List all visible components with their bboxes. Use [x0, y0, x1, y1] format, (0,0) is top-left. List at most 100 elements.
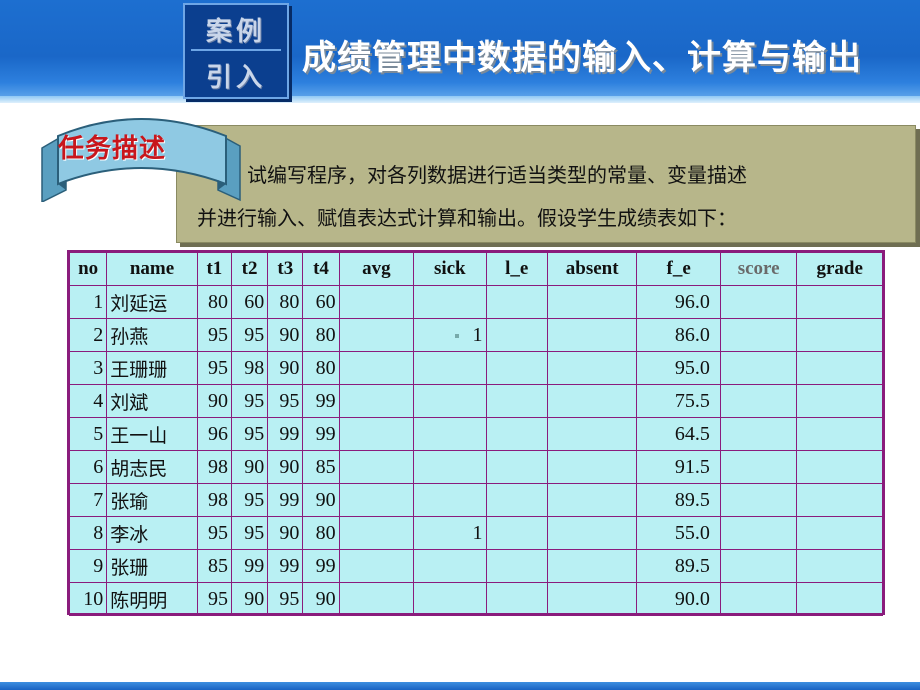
cell-name: 王珊珊: [106, 351, 198, 385]
cell-t3: 90: [267, 351, 304, 385]
table-row: 8 李冰 95 95 90 80 1 55.0: [68, 516, 883, 550]
cell-absent: [546, 351, 638, 385]
cell-t3: 95: [267, 384, 304, 418]
cell-t3: 90: [267, 318, 304, 352]
cell-no: 2: [68, 318, 108, 352]
cell-name: 张瑜: [106, 483, 198, 517]
cell-avg: [338, 450, 415, 484]
cell-t3: 95: [267, 582, 304, 616]
cell-avg: [338, 582, 415, 616]
cell-avg: [338, 483, 415, 517]
table-row: 7 张瑜 98 95 99 90 89.5: [68, 483, 883, 517]
cell-t2: 90: [230, 450, 269, 484]
cell-sick: [413, 384, 487, 418]
cell-t4: 80: [302, 318, 340, 352]
cell-l-e: [485, 318, 548, 352]
cell-grade: [796, 285, 883, 319]
cell-sick: [413, 450, 487, 484]
cell-t1: 85: [196, 549, 232, 583]
cell-t2: 60: [230, 285, 269, 319]
cell-t2: 90: [230, 582, 269, 616]
cell-no: 7: [68, 483, 108, 517]
cell-f-e: 96.0: [636, 285, 721, 319]
cell-absent: [546, 450, 638, 484]
cell-sick: [413, 285, 487, 319]
footer-bar: [0, 682, 920, 690]
cell-t4: 90: [302, 582, 340, 616]
cell-absent: [546, 384, 638, 418]
cell-no: 9: [68, 549, 108, 583]
cell-no: 5: [68, 417, 108, 451]
cell-t1: 95: [196, 582, 232, 616]
header-sick: sick: [413, 252, 487, 286]
cell-l-e: [485, 351, 548, 385]
cell-l-e: [485, 549, 548, 583]
cell-l-e: [485, 516, 548, 550]
cell-name: 孙燕: [106, 318, 198, 352]
cell-absent: [546, 417, 638, 451]
table-row: 6 胡志民 98 90 90 85 91.5: [68, 450, 883, 484]
page-title: 成绩管理中数据的输入、计算与输出: [302, 38, 862, 78]
cell-t1: 98: [196, 450, 232, 484]
cell-t2: 95: [230, 483, 269, 517]
case-intro-badge: 案例 引入: [183, 3, 289, 99]
cell-t4: 99: [302, 384, 340, 418]
marker-dot: [454, 333, 459, 338]
cell-no: 10: [68, 582, 108, 616]
cell-t1: 98: [196, 483, 232, 517]
cell-t1: 96: [196, 417, 232, 451]
cell-sick: [413, 582, 487, 616]
cell-absent: [546, 318, 638, 352]
score-table-container: no name t1 t2 t3 t4 avg sick l_e absent …: [67, 250, 885, 616]
cell-l-e: [485, 384, 548, 418]
header-name: name: [106, 252, 198, 286]
header-l-e: l_e: [485, 252, 548, 286]
cell-f-e: 55.0: [636, 516, 721, 550]
cell-name: 胡志民: [106, 450, 198, 484]
cell-avg: [338, 318, 415, 352]
cell-f-e: 90.0: [636, 582, 721, 616]
cell-sick: 1: [413, 318, 487, 352]
cell-avg: [338, 384, 415, 418]
header-avg: avg: [338, 252, 415, 286]
cell-f-e: 64.5: [636, 417, 721, 451]
cell-f-e: 86.0: [636, 318, 721, 352]
header-t3: t3: [267, 252, 304, 286]
cell-f-e: 89.5: [636, 549, 721, 583]
cell-score: [719, 450, 798, 484]
cell-f-e: 75.5: [636, 384, 721, 418]
cell-t4: 80: [302, 516, 340, 550]
table-row: 4 刘斌 90 95 95 99 75.5: [68, 384, 883, 418]
cell-absent: [546, 582, 638, 616]
cell-no: 1: [68, 285, 108, 319]
cell-score: [719, 582, 798, 616]
task-ribbon-label: 任务描述: [58, 134, 167, 164]
cell-no: 3: [68, 351, 108, 385]
cell-t1: 90: [196, 384, 232, 418]
cell-no: 4: [68, 384, 108, 418]
cell-t3: 90: [267, 516, 304, 550]
cell-absent: [546, 549, 638, 583]
cell-t4: 99: [302, 549, 340, 583]
cell-score: [719, 318, 798, 352]
cell-f-e: 91.5: [636, 450, 721, 484]
cell-avg: [338, 549, 415, 583]
cell-t2: 95: [230, 417, 269, 451]
cell-grade: [796, 516, 883, 550]
cell-sick: [413, 549, 487, 583]
score-table: no name t1 t2 t3 t4 avg sick l_e absent …: [68, 252, 883, 616]
cell-t2: 98: [230, 351, 269, 385]
cell-grade: [796, 417, 883, 451]
cell-avg: [338, 351, 415, 385]
cell-avg: [338, 285, 415, 319]
task-line-2: 并进行输入、赋值表达式计算和输出。假设学生成绩表如下：: [197, 206, 737, 230]
header-t1: t1: [196, 252, 232, 286]
banner-stripe: [0, 96, 920, 103]
cell-avg: [338, 417, 415, 451]
cell-grade: [796, 483, 883, 517]
cell-name: 张珊: [106, 549, 198, 583]
header-absent: absent: [546, 252, 638, 286]
cell-l-e: [485, 582, 548, 616]
cell-no: 6: [68, 450, 108, 484]
cell-grade: [796, 384, 883, 418]
